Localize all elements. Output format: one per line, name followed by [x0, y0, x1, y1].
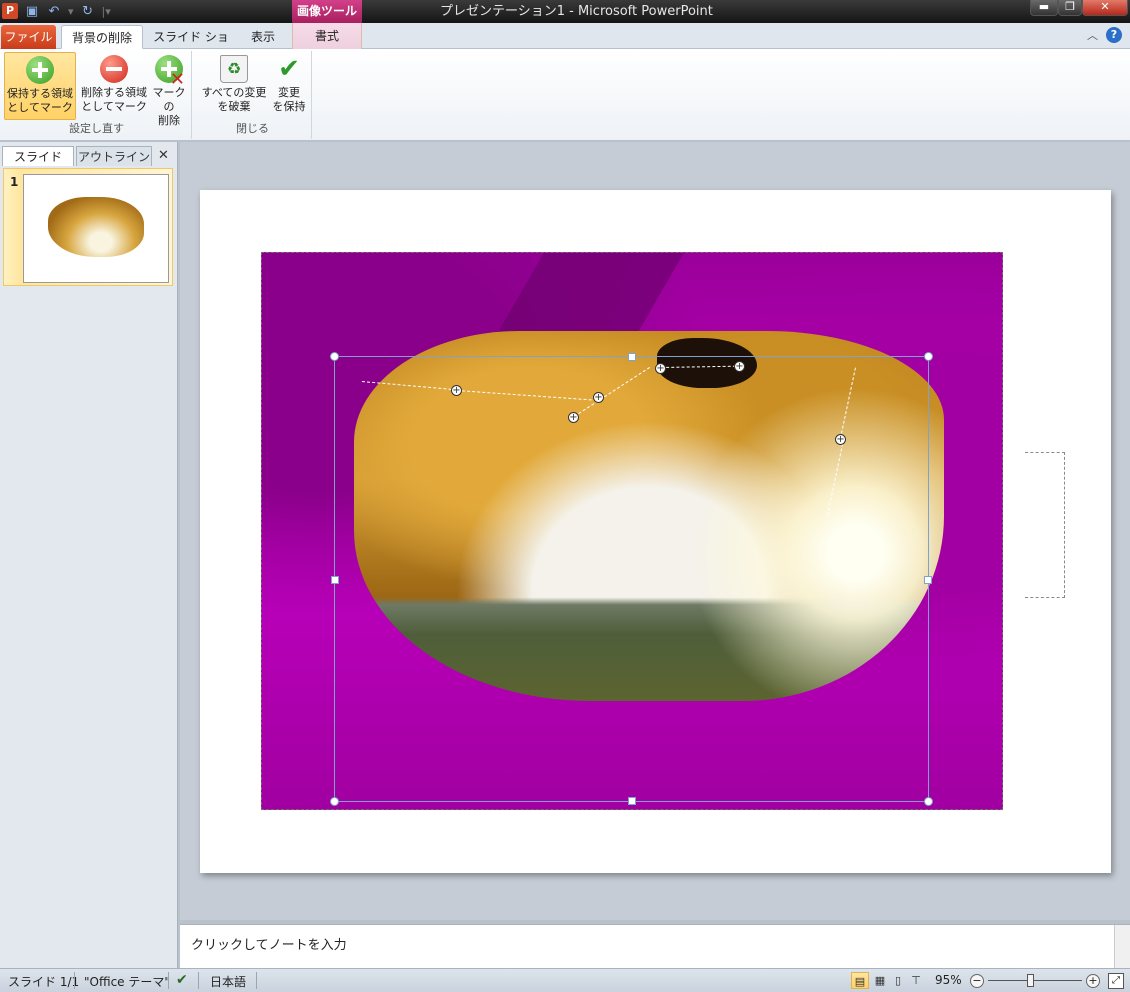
slide-count: スライド 1/1: [8, 975, 80, 989]
undo-dropdown-icon[interactable]: ▾: [68, 5, 74, 18]
button-label: を保持: [272, 100, 306, 113]
placeholder-outline: [1025, 452, 1065, 598]
fit-to-window-icon[interactable]: ⤢: [1108, 973, 1124, 989]
slide-number: 1: [10, 175, 19, 189]
zoom-level[interactable]: 95%: [935, 973, 962, 987]
close-button[interactable]: ✕: [1082, 0, 1128, 16]
button-label: としてマーク: [7, 101, 73, 114]
tab-view[interactable]: 表示: [238, 25, 288, 49]
undo-icon[interactable]: ↶: [46, 4, 62, 20]
zoom-out-icon[interactable]: −: [970, 974, 984, 988]
status-bar: スライド 1/1 "Office テーマ" ✔ 日本語 ▤ ▦ ▯ ⊤ 95% …: [0, 968, 1130, 992]
slide-editor: + + + + + +: [180, 142, 1130, 920]
discard-all-changes-button[interactable]: ♻ すべての変更 を破棄: [198, 52, 270, 120]
slides-pane: スライド アウトライン ✕ 1: [0, 142, 178, 968]
language[interactable]: 日本語: [210, 973, 246, 990]
spell-check-icon[interactable]: ✔: [176, 972, 188, 988]
resize-handle-top-left[interactable]: [330, 352, 339, 361]
resize-handle-top[interactable]: [628, 353, 636, 361]
tab-outline[interactable]: アウトライン: [76, 146, 152, 166]
minimize-ribbon-icon[interactable]: ︿: [1087, 27, 1098, 43]
zoom-in-icon[interactable]: +: [1086, 974, 1100, 988]
tab-slides[interactable]: スライド: [2, 146, 74, 166]
divider: [256, 972, 257, 989]
notes-pane[interactable]: クリックしてノートを入力: [180, 924, 1130, 970]
ribbon-tabs: ファイル 背景の削除 スライド ショー 表示 書式 ︿ ?: [0, 23, 1130, 68]
divider: [198, 972, 199, 989]
help-icon[interactable]: ?: [1106, 27, 1122, 43]
delete-mark-button[interactable]: ✕ マークの 削除: [148, 52, 190, 127]
resize-handle-bottom[interactable]: [628, 797, 636, 805]
button-label: 保持する領域: [7, 87, 73, 100]
delete-mark-icon: ✕: [155, 55, 185, 89]
slide-sorter-icon[interactable]: ▦: [871, 972, 889, 989]
powerpoint-logo-icon[interactable]: P: [2, 3, 18, 19]
zoom-slider-thumb[interactable]: [1026, 974, 1034, 987]
minimize-button[interactable]: ▬: [1030, 0, 1058, 16]
button-label: すべての変更: [201, 86, 267, 99]
plus-pencil-icon: [26, 56, 54, 84]
reading-view-icon[interactable]: ▯: [889, 972, 907, 989]
redo-icon[interactable]: ↻: [80, 4, 96, 20]
tab-format[interactable]: 書式: [292, 23, 362, 49]
ribbon: 保持する領域 としてマーク 削除する領域 としてマーク ✕ マークの 削除 設定…: [0, 49, 1130, 141]
minus-pencil-icon: [100, 55, 128, 83]
notes-placeholder[interactable]: クリックしてノートを入力: [191, 934, 347, 953]
button-label: 削除する領域: [81, 86, 147, 99]
divider: [168, 972, 169, 989]
resize-handle-top-right[interactable]: [924, 352, 933, 361]
zoom-slider[interactable]: [988, 980, 1082, 981]
slide-thumbnail-item[interactable]: 1: [3, 168, 173, 286]
slide-canvas[interactable]: + + + + + +: [200, 190, 1111, 873]
theme-name[interactable]: "Office テーマ": [84, 973, 170, 990]
group-label-refine: 設定し直す: [69, 122, 124, 135]
quick-access-toolbar: ▣ ↶ ▾ ↻ |▾: [24, 2, 111, 21]
restore-button[interactable]: ❐: [1058, 0, 1082, 16]
close-pane-icon[interactable]: ✕: [158, 148, 169, 163]
resize-handle-left[interactable]: [331, 576, 339, 584]
button-label: を破棄: [217, 100, 251, 113]
button-label: マークの: [152, 86, 186, 113]
customize-icon[interactable]: |▾: [102, 5, 111, 18]
tab-background-removal[interactable]: 背景の削除: [61, 25, 143, 49]
x-mark-icon: ✕: [169, 69, 185, 90]
tab-file[interactable]: ファイル: [1, 25, 56, 49]
button-label: としてマーク: [81, 100, 147, 113]
resize-handle-right[interactable]: [924, 576, 932, 584]
background-removal-marquee[interactable]: [330, 352, 933, 806]
recycle-bin-icon: ♻: [220, 55, 248, 83]
group-label-close: 閉じる: [236, 122, 269, 135]
normal-view-icon[interactable]: ▤: [851, 972, 869, 989]
thumbnail-picture: [48, 197, 144, 257]
notes-scrollbar[interactable]: [1114, 925, 1130, 970]
slideshow-view-icon[interactable]: ⊤: [907, 972, 925, 989]
title-bar: P ▣ ↶ ▾ ↻ |▾ 画像ツール プレゼンテーション1 - Microsof…: [0, 0, 1130, 23]
mark-areas-to-remove-button[interactable]: 削除する領域 としてマーク: [78, 52, 150, 120]
slide-thumbnail[interactable]: [23, 174, 169, 283]
button-label: 変更: [278, 86, 300, 99]
resize-handle-bottom-right[interactable]: [924, 797, 933, 806]
group-close: ♻ すべての変更 を破棄 ✔ 変更 を保持 閉じる: [194, 51, 312, 139]
checkmark-icon: ✔: [278, 54, 300, 84]
group-refine: 保持する領域 としてマーク 削除する領域 としてマーク ✕ マークの 削除 設定…: [2, 51, 192, 139]
mark-areas-to-keep-button[interactable]: 保持する領域 としてマーク: [4, 52, 76, 120]
resize-handle-bottom-left[interactable]: [330, 797, 339, 806]
keep-changes-button[interactable]: ✔ 変更 を保持: [270, 52, 308, 120]
save-icon[interactable]: ▣: [24, 4, 40, 20]
divider: [74, 972, 75, 989]
picture-tools-header: 画像ツール: [292, 0, 362, 23]
tab-slideshow[interactable]: スライド ショー: [150, 25, 232, 68]
window-title: プレゼンテーション1 - Microsoft PowerPoint: [440, 4, 713, 19]
